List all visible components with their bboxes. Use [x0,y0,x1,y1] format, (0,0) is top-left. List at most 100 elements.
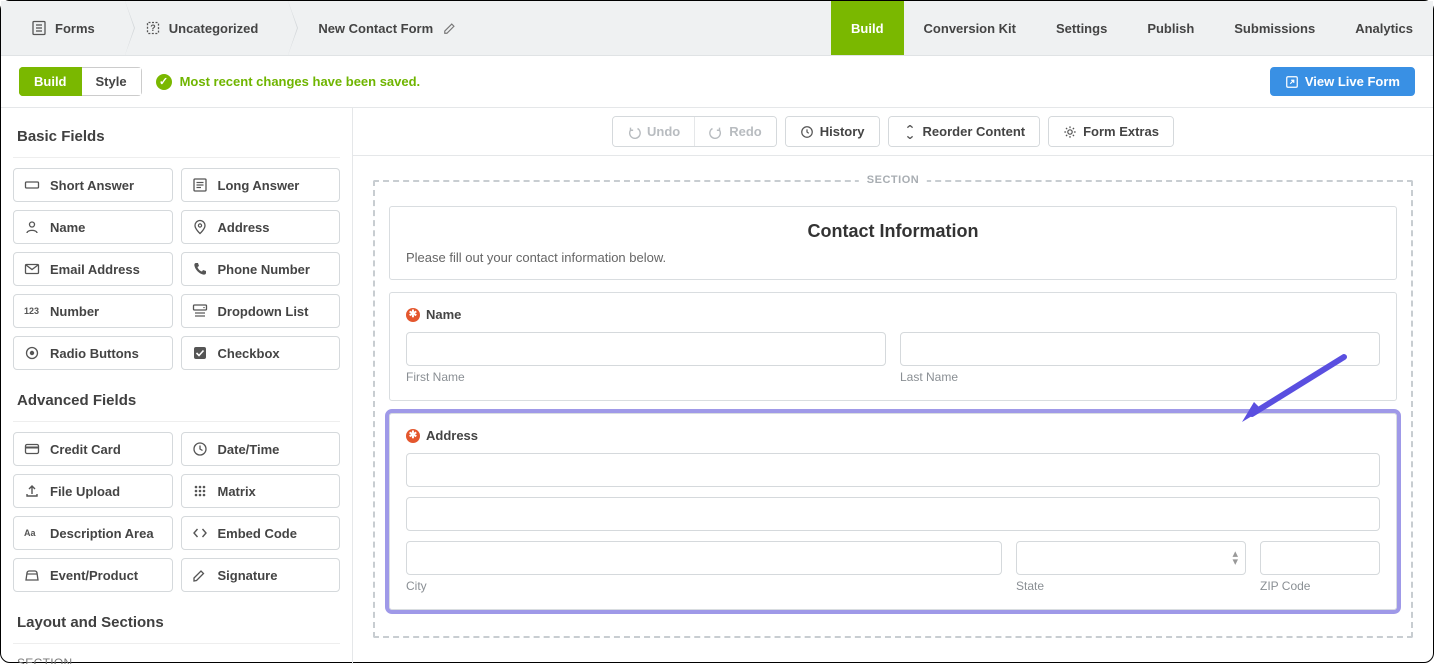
form-name-label: New Contact Form [318,21,433,36]
state-label: State [1016,579,1246,593]
canvas-scroll[interactable]: SECTION Contact Information Please fill … [353,156,1433,664]
subtab-build[interactable]: Build [19,67,82,96]
address-icon [192,219,210,235]
sidebar: Basic Fields Short Answer Long Answer Na… [1,108,353,664]
undo-button[interactable]: Undo [613,117,695,146]
datetime-icon [192,441,210,457]
canvas: Undo Redo History Reorder Content Form E… [353,108,1433,664]
field-matrix[interactable]: Matrix [181,474,341,508]
name-field-card[interactable]: ✱ Name First Name Last Name [389,292,1397,401]
main-area: Basic Fields Short Answer Long Answer Na… [1,108,1433,664]
field-number[interactable]: 123Number [13,294,173,328]
breadcrumb-forms[interactable]: Forms [1,1,125,55]
required-icon: ✱ [406,429,420,443]
last-name-input[interactable] [900,332,1380,366]
matrix-icon [192,483,210,499]
redo-button[interactable]: Redo [695,117,776,146]
field-short-answer[interactable]: Short Answer [13,168,173,202]
form-section[interactable]: SECTION Contact Information Please fill … [373,180,1413,638]
breadcrumb-forms-label: Forms [55,21,95,36]
address-line1-input[interactable] [406,453,1380,487]
phone-icon [192,261,210,277]
breadcrumb-category[interactable]: ? Uncategorized [125,1,289,55]
section-subheading: Please fill out your contact information… [390,244,1396,279]
form-extras-button[interactable]: Form Extras [1049,117,1173,146]
field-name[interactable]: Name [13,210,173,244]
section-heading: Contact Information [390,207,1396,244]
address-line2-input[interactable] [406,497,1380,531]
event-icon [24,567,42,583]
forms-icon [31,20,47,36]
advanced-fields-heading: Advanced Fields [13,386,340,422]
credit-card-icon [24,441,42,457]
field-credit-card[interactable]: Credit Card [13,432,173,466]
field-embed[interactable]: Embed Code [181,516,341,550]
field-phone[interactable]: Phone Number [181,252,341,286]
name-icon [24,219,42,235]
signature-icon [192,567,210,583]
breadcrumb: Forms ? Uncategorized New Contact Form [1,1,467,55]
radio-icon [24,345,42,361]
city-label: City [406,579,1002,593]
subtab-style[interactable]: Style [82,67,142,96]
state-select[interactable] [1016,541,1246,575]
field-address[interactable]: Address [181,210,341,244]
field-radio[interactable]: Radio Buttons [13,336,173,370]
check-icon: ✓ [156,74,172,90]
canvas-toolbar: Undo Redo History Reorder Content Form E… [353,108,1433,156]
short-answer-icon [24,177,42,193]
basic-fields-heading: Basic Fields [13,122,340,158]
field-description[interactable]: AaDescription Area [13,516,173,550]
uncategorized-icon: ? [145,20,161,36]
advanced-fields-grid: Credit Card Date/Time File Upload Matrix… [13,432,340,592]
first-name-label: First Name [406,370,886,384]
zip-label: ZIP Code [1260,579,1380,593]
embed-icon [192,525,210,541]
tab-settings[interactable]: Settings [1036,1,1127,55]
view-live-form-button[interactable]: View Live Form [1270,67,1415,96]
subbar: Build Style ✓ Most recent changes have b… [1,56,1433,108]
name-field-label: ✱ Name [406,307,1380,322]
checkbox-icon [192,345,210,361]
tab-submissions[interactable]: Submissions [1214,1,1335,55]
first-name-input[interactable] [406,332,886,366]
field-checkbox[interactable]: Checkbox [181,336,341,370]
tab-build[interactable]: Build [831,1,904,55]
field-signature[interactable]: Signature [181,558,341,592]
build-style-toggle: Build Style [19,67,142,96]
section-heading-card[interactable]: Contact Information Please fill out your… [389,206,1397,280]
breadcrumb-form-name: New Contact Form [288,1,467,55]
field-file-upload[interactable]: File Upload [13,474,173,508]
basic-fields-grid: Short Answer Long Answer Name Address Em… [13,168,340,370]
long-answer-icon [192,177,210,193]
save-status: ✓ Most recent changes have been saved. [156,74,421,90]
zip-input[interactable] [1260,541,1380,575]
save-status-label: Most recent changes have been saved. [180,74,421,89]
last-name-label: Last Name [900,370,1380,384]
city-input[interactable] [406,541,1002,575]
dropdown-icon [192,303,210,319]
address-field-label: ✱ Address [406,428,1380,443]
tab-publish[interactable]: Publish [1127,1,1214,55]
history-button[interactable]: History [786,117,879,146]
edit-icon[interactable] [443,21,457,35]
field-email[interactable]: Email Address [13,252,173,286]
svg-text:?: ? [150,23,156,33]
field-datetime[interactable]: Date/Time [181,432,341,466]
email-icon [24,261,42,277]
address-field-card[interactable]: ✱ Address City [389,413,1397,610]
section-label: SECTION [859,174,927,186]
description-icon: Aa [24,528,42,538]
top-nav: Forms ? Uncategorized New Contact Form B… [1,1,1433,56]
tab-conversion-kit[interactable]: Conversion Kit [904,1,1036,55]
layout-sections-heading: Layout and Sections [13,608,340,644]
field-event[interactable]: Event/Product [13,558,173,592]
field-long-answer[interactable]: Long Answer [181,168,341,202]
tab-analytics[interactable]: Analytics [1335,1,1433,55]
reorder-button[interactable]: Reorder Content [889,117,1040,146]
field-dropdown[interactable]: Dropdown List [181,294,341,328]
required-icon: ✱ [406,308,420,322]
external-icon [1285,75,1299,89]
file-upload-icon [24,483,42,499]
breadcrumb-category-label: Uncategorized [169,21,259,36]
